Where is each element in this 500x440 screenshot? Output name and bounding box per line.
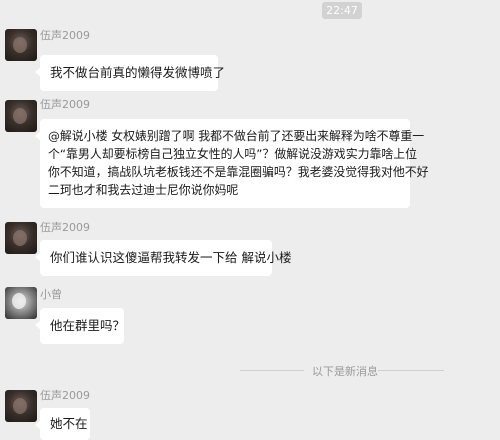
message-bubble[interactable]: 我不做台前真的懒得发微博喷了 — [35, 55, 226, 91]
sender-name: 伍声2009 — [40, 29, 90, 42]
message-bubble[interactable]: 她不在 — [35, 408, 90, 440]
sender-name: 伍声2009 — [40, 98, 90, 111]
new-messages-divider: 以下是新消息 — [312, 365, 378, 378]
sender-name: 小曾 — [40, 288, 62, 301]
message-text: 她不在 — [50, 416, 88, 431]
message-bubble[interactable]: 他在群里吗？ — [35, 308, 126, 344]
divider-line — [240, 370, 304, 371]
avatar[interactable] — [5, 287, 37, 319]
message-bubble[interactable]: @解说小楼 女权婊别蹭了啊 我都不做台前了还要出来解释为啥不尊重一 个“靠男人却… — [35, 119, 429, 208]
message-bubble[interactable]: 你们谁认识这傻逼帮我转发一下给 解说小楼 — [35, 240, 292, 276]
avatar[interactable] — [5, 222, 37, 254]
sender-name: 伍声2009 — [40, 221, 90, 234]
message-text: 个“靠男人却要标榜自己独立女性的人吗”？做解说没游戏实力靠啥上位 — [48, 147, 418, 161]
avatar[interactable] — [5, 29, 37, 61]
message-text: 二珂也才和我去过迪士尼你说你妈呢 — [48, 183, 239, 197]
timestamp: 22:47 — [322, 2, 362, 19]
avatar[interactable] — [5, 100, 37, 132]
message-text: @解说小楼 女权婊别蹭了啊 我都不做台前了还要出来解释为啥不尊重一 — [48, 129, 425, 143]
sender-name: 伍声2009 — [40, 389, 90, 402]
avatar[interactable] — [5, 390, 37, 422]
message-text: 他在群里吗？ — [50, 318, 126, 333]
divider-line — [378, 370, 444, 371]
message-text: 你们谁认识这傻逼帮我转发一下给 解说小楼 — [50, 250, 292, 265]
message-text: 我不做台前真的懒得发微博喷了 — [50, 65, 226, 80]
message-text: 你不知道，搞战队坑老板钱还不是靠混圈骗吗？我老婆没觉得我对他不好 — [48, 165, 429, 179]
